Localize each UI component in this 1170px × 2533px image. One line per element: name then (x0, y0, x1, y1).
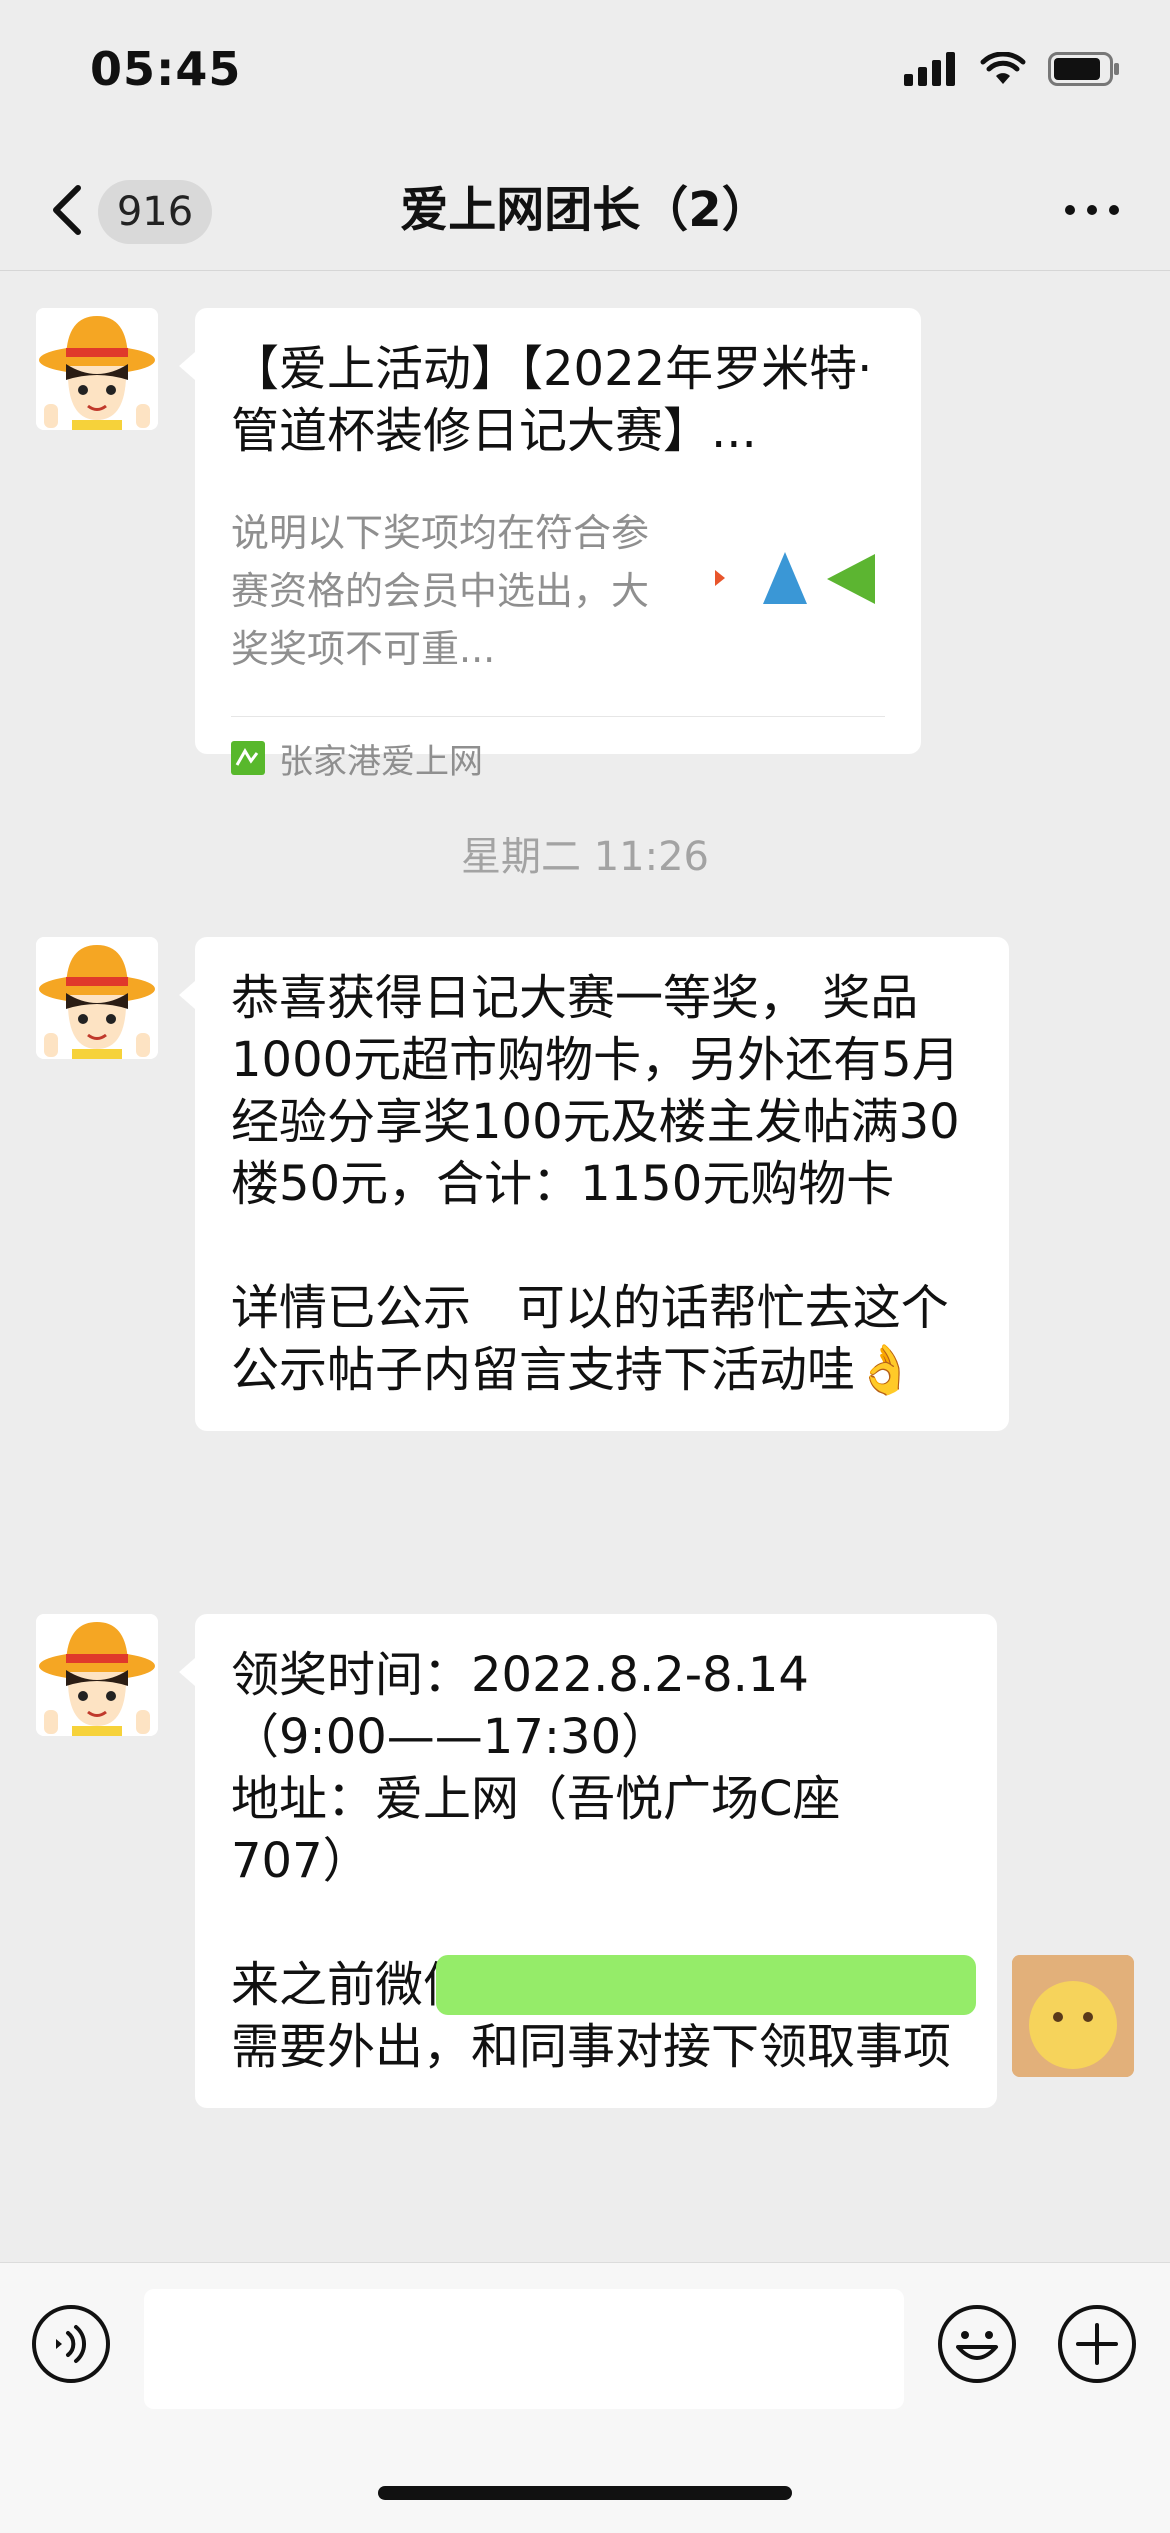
nav-bar: 916 爱上网团长（2） (0, 150, 1170, 271)
message-input[interactable] (144, 2289, 904, 2409)
self-message-bubble[interactable] (436, 1955, 976, 2015)
card-source: 张家港爱上网 (231, 728, 483, 788)
status-time: 05:45 (90, 42, 242, 96)
sender-avatar[interactable] (36, 1614, 158, 1736)
status-icons (904, 52, 1120, 86)
cartoon-avatar-icon (36, 1614, 158, 1736)
message-timestamp: 星期二 11:26 (461, 834, 709, 880)
wifi-icon (980, 52, 1026, 84)
self-avatar[interactable] (1012, 1955, 1134, 2077)
cartoon-avatar-icon (36, 937, 158, 1059)
message-bubble[interactable]: 恭喜获得日记大赛一等奖， 奖品1000元超市购物卡，另外还有5月经验分享奖100… (179, 937, 1009, 1431)
voice-icon[interactable] (30, 2303, 112, 2385)
signal-icon (904, 52, 955, 86)
link-card[interactable]: 【爱上活动】【2022年罗米特·管道杯装修日记大赛】... 说明以下奖项均在符合… (179, 308, 921, 782)
source-logo-icon (231, 741, 265, 775)
link-card-title: 【爱上活动】【2022年罗米特·管道杯装修日记大赛】... (231, 341, 873, 459)
cartoon-avatar-icon (36, 308, 158, 430)
home-indicator (378, 2486, 792, 2500)
status-bar: 05:45 (0, 0, 1170, 150)
card-thumbnail-icon (715, 552, 875, 604)
sender-avatar[interactable] (36, 308, 158, 430)
chat-title: 爱上网团长（2） (400, 182, 770, 238)
self-avatar-icon (1012, 1955, 1134, 2077)
message-text: 领奖时间：2022.8.2-8.14（9:00——17:30） 地址：爱上网（吾… (231, 1647, 952, 2075)
battery-icon (1048, 52, 1119, 86)
sender-avatar[interactable] (36, 937, 158, 1059)
plus-icon[interactable] (1056, 2303, 1138, 2385)
message-text: 恭喜获得日记大赛一等奖， 奖品1000元超市购物卡，另外还有5月经验分享奖100… (231, 970, 960, 1398)
card-source-name: 张家港爱上网 (279, 741, 483, 782)
message-bubble[interactable]: 领奖时间：2022.8.2-8.14（9:00——17:30） 地址：爱上网（吾… (179, 1614, 997, 2108)
card-divider (231, 716, 885, 717)
link-card-description: 说明以下奖项均在符合参赛资格的会员中选出，大奖奖项不可重... (231, 511, 650, 671)
emoji-icon[interactable] (936, 2303, 1018, 2385)
more-dots-icon[interactable] (1062, 190, 1122, 230)
